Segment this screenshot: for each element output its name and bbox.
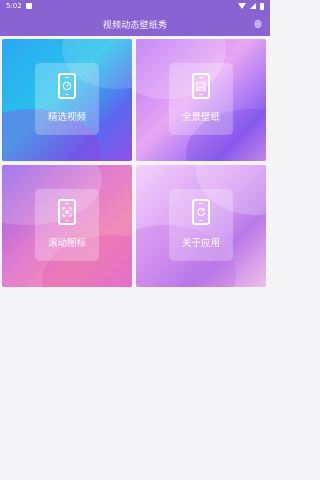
tile-card: 全景壁纸 bbox=[169, 63, 233, 135]
tile-label: 滚动图标 bbox=[47, 238, 86, 249]
refresh-phone-icon bbox=[192, 199, 210, 225]
status-time: 5:02 bbox=[6, 2, 22, 10]
battery-icon bbox=[260, 2, 264, 10]
notification-icon bbox=[25, 3, 32, 9]
tile-card: 滚动图标 bbox=[35, 189, 99, 261]
tile-scrolling-icons[interactable]: 滚动图标 bbox=[2, 165, 132, 287]
image-phone-icon bbox=[192, 73, 210, 99]
tile-about-app[interactable]: 关于应用 bbox=[136, 165, 266, 287]
speedometer-icon bbox=[62, 81, 72, 91]
tile-label: 全景壁纸 bbox=[181, 112, 220, 123]
refresh-icon bbox=[197, 208, 205, 217]
app-title: 视频动态壁纸秀 bbox=[102, 20, 168, 31]
tile-label: 关于应用 bbox=[181, 238, 220, 249]
tile-panorama-wallpaper[interactable]: 全景壁纸 bbox=[136, 39, 266, 161]
settings-button[interactable] bbox=[252, 18, 264, 30]
gear-icon bbox=[254, 19, 262, 29]
scan-phone-icon bbox=[58, 199, 76, 225]
wifi-icon bbox=[238, 3, 246, 9]
tile-card: 关于应用 bbox=[169, 189, 233, 261]
speedometer-phone-icon bbox=[58, 73, 76, 99]
tile-featured-videos[interactable]: 精选视频 bbox=[2, 39, 132, 161]
app-bar: 视频动态壁纸秀 bbox=[0, 12, 270, 36]
image-icon bbox=[196, 81, 206, 91]
signal-icon bbox=[250, 3, 256, 9]
menu-grid: 精选视频 全景壁纸 滚动图标 关于应用 bbox=[2, 39, 268, 287]
status-bar: 5:02 bbox=[0, 0, 270, 12]
tile-card: 精选视频 bbox=[35, 63, 99, 135]
tile-label: 精选视频 bbox=[47, 112, 86, 123]
status-icons bbox=[238, 2, 264, 10]
scan-icon bbox=[62, 207, 72, 217]
